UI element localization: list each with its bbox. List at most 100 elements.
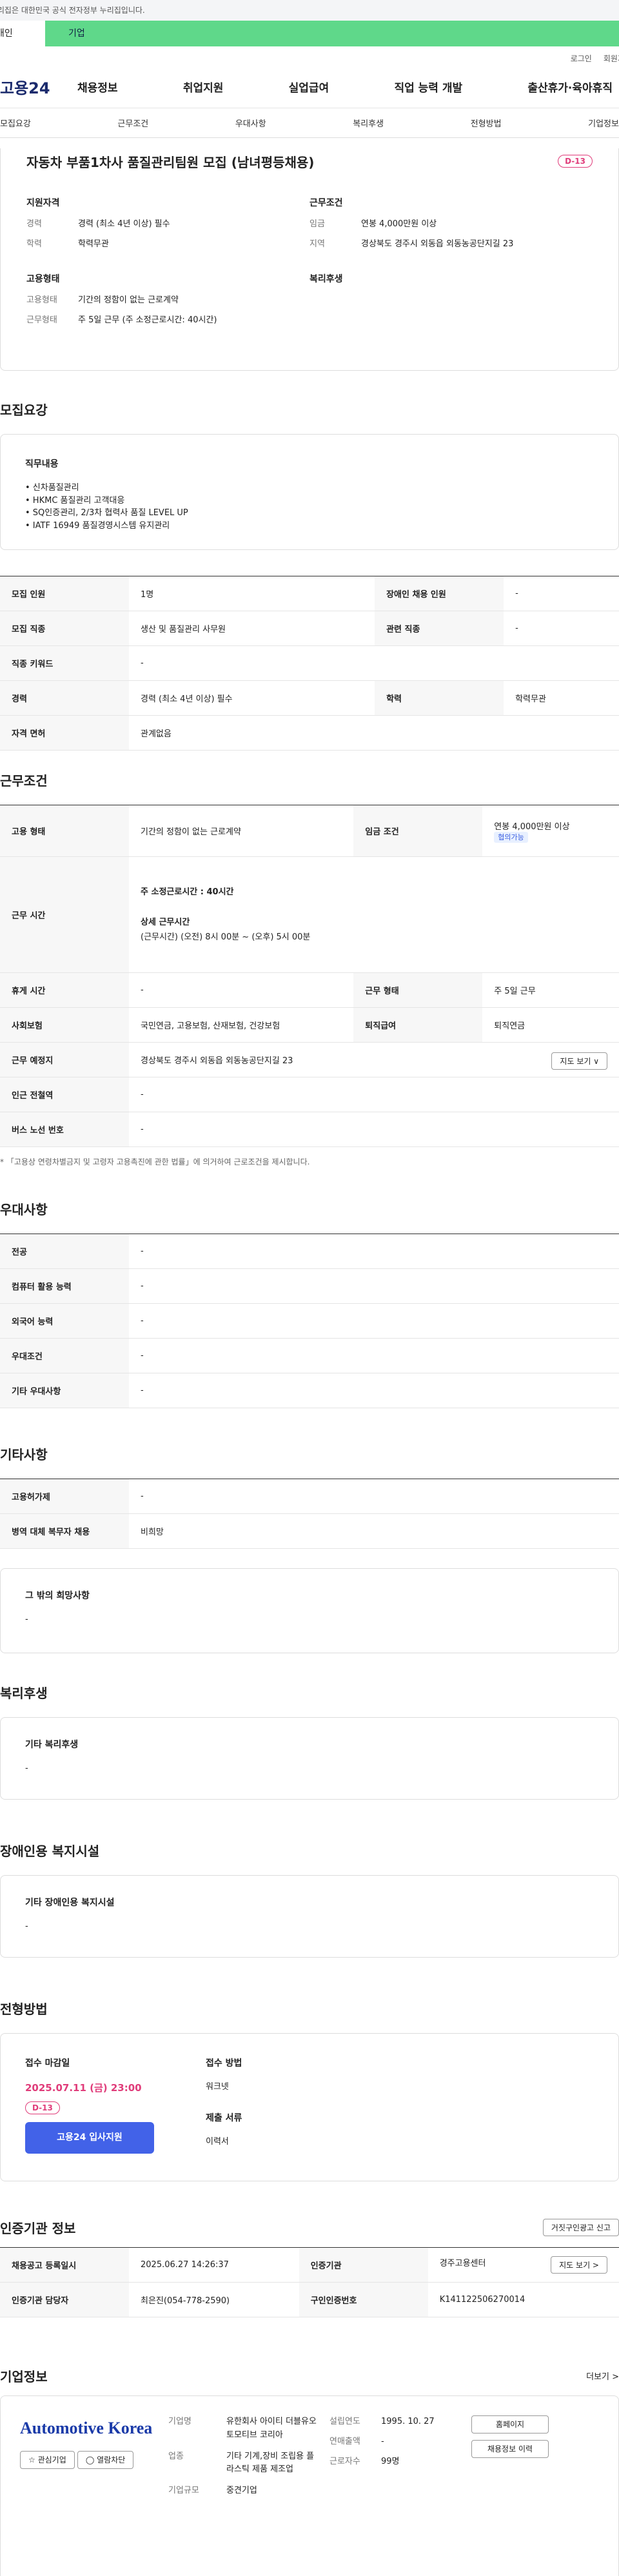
- table-row: 직종 키워드 -: [0, 645, 619, 681]
- cell: 최은진(054-778-2590): [129, 2282, 299, 2317]
- conditions-section: 근무조건 고용 형태 기간의 정함이 없는 근로계약 임금 조건 연봉 4,000만원…: [0, 771, 619, 1167]
- subtab-company[interactable]: 기업정보: [588, 117, 619, 129]
- welfare-title: 복리후생: [0, 1686, 48, 1701]
- value: 경상북도 경주시 외동읍 외동농공단지길 23: [361, 239, 514, 249]
- cell: 기타 우대사항: [0, 1373, 129, 1408]
- subtab-preferences[interactable]: 우대사항: [235, 117, 266, 129]
- table-row: 모집 인원 1명 장애인 채용 인원 -: [0, 576, 619, 611]
- cell: 국민연금, 고용보험, 산재보험, 건강보험: [129, 1007, 354, 1043]
- login-link[interactable]: 로그인: [571, 53, 592, 66]
- deadline-value: 2025.07.11 (금) 23:00: [25, 2082, 142, 2094]
- job-history-button[interactable]: 채용정보 이력: [471, 2440, 549, 2458]
- gnb-jobs[interactable]: 채용정보: [77, 79, 118, 95]
- label: 업종: [168, 2451, 184, 2461]
- duty-item: • 신차품질관리: [25, 483, 79, 493]
- signup-link[interactable]: 회원가입: [604, 53, 619, 66]
- global-nav: 고용24 채용정보 취업지원 실업급여 직업 능력 개발 출산휴가·육아휴직: [0, 66, 619, 108]
- subtab-welfare[interactable]: 복리후생: [353, 117, 384, 129]
- label: 임금: [310, 219, 325, 229]
- box-value: -: [25, 1764, 28, 1773]
- etc-section: 기타사항 고용허가제 - 병역 대체 복무자 채용 비희망 그 밖의 희망사항 -: [0, 1444, 619, 1653]
- site-logo[interactable]: 고용24: [0, 75, 77, 98]
- cell: -: [129, 1234, 619, 1269]
- box-value: -: [25, 1615, 28, 1624]
- duty-box: 직무내용 • 신차품질관리 • HKMC 품질관리 고객대응 • SQ인증관리,…: [0, 434, 619, 550]
- conditions-title: 근무조건: [0, 773, 48, 789]
- disabled-title: 장애인용 복지시설: [0, 1844, 100, 1859]
- cell: 구인인증번호: [299, 2282, 428, 2317]
- user-type-tabs: 개인 기업: [0, 21, 619, 46]
- cell: 퇴직연금: [482, 1007, 619, 1043]
- subtab-conditions[interactable]: 근무조건: [117, 117, 148, 129]
- value: 주 5일 근무 (주 소정근로시간: 40시간): [78, 315, 217, 325]
- label: 고용형태: [26, 295, 57, 305]
- map-toggle-button[interactable]: 지도 보기 ∨: [551, 1052, 607, 1070]
- recruit-table: 모집 인원 1명 장애인 채용 인원 - 모집 직종 생산 및 품질관리 사무원 관련 직…: [0, 576, 619, 751]
- favorite-company-button[interactable]: ☆ 관심기업: [20, 2451, 75, 2469]
- negotiable-badge: 협의가능: [494, 832, 528, 843]
- cell: 임금 조건: [353, 805, 483, 857]
- cell: 사회보험: [0, 1007, 129, 1043]
- cell: 근무 형태: [353, 972, 483, 1008]
- gnb-unemployment-benefit[interactable]: 실업급여: [289, 79, 329, 95]
- cell: 인증기관: [299, 2247, 428, 2283]
- cell: 근무 시간: [0, 856, 129, 973]
- cell: -: [504, 576, 619, 611]
- cell: 관계없음: [129, 715, 619, 751]
- process-box: 접수 마감일 2025.07.11 (금) 23:00 D-13 고용24 입사…: [0, 2033, 619, 2181]
- utility-links: 로그인 회원가입: [0, 46, 619, 66]
- cell: -: [504, 611, 619, 646]
- cell: -: [129, 1077, 619, 1112]
- subtab-process[interactable]: 전형방법: [471, 117, 502, 129]
- apply-button[interactable]: 고용24 입사지원: [25, 2122, 154, 2154]
- dday-badge: D-13: [25, 2101, 60, 2114]
- company-logo: Automotive Korea: [20, 2419, 153, 2437]
- label: 기업규모: [168, 2486, 199, 2496]
- section-tabs: 모집요강 근무조건 우대사항 복리후생 전형방법 기업정보: [0, 108, 619, 138]
- preferences-section: 우대사항 전공 - 컴퓨터 활용 능력 - 외국어 능력 - 우대조건 - 기타 우대사…: [0, 1199, 619, 1408]
- cell: -: [129, 1268, 619, 1304]
- disabled-box: 기타 장애인용 복지시설 -: [0, 1875, 619, 1958]
- cell: K141122506270014: [427, 2282, 619, 2317]
- cell: 2025.06.27 14:26:37: [129, 2247, 299, 2283]
- cell: 고용허가제: [0, 1479, 129, 1514]
- preferences-title: 우대사항: [0, 1202, 48, 1217]
- cert-table: 채용공고 등록일시 2025.06.27 14:26:37 인증기관 경주고용센터 지…: [0, 2247, 619, 2317]
- cell: 퇴직급여: [353, 1007, 483, 1043]
- cell: 관련 직종: [375, 611, 504, 646]
- gnb-leave[interactable]: 출산휴가·육아휴직: [527, 79, 613, 95]
- company-year: 1995. 10. 27: [381, 2417, 435, 2426]
- etc-table: 고용허가제 - 병역 대체 복무자 채용 비희망: [0, 1479, 619, 1549]
- cell: 모집 인원: [0, 576, 129, 611]
- company-more-link[interactable]: 더보기 >: [586, 2370, 619, 2382]
- cell: 기간의 정함이 없는 근로계약: [129, 805, 354, 857]
- cell: 생산 및 품질관리 사무원: [129, 611, 375, 646]
- cell: 주 소정근로시간 : 40시간 상세 근무시간 (근무시간) (오전) 8시 00분…: [129, 856, 619, 973]
- welfare-box: 기타 복리후생 -: [0, 1717, 619, 1800]
- company-section: 기업정보 더보기 > Automotive Korea ☆ 관심기업 ◯ 열람차…: [0, 2366, 619, 2576]
- subtab-recruit[interactable]: 모집요강: [0, 117, 31, 129]
- job-title: 자동차 부품1차사 품질관리팀원 모집 (남녀평등채용): [26, 154, 315, 170]
- company-sales: -: [381, 2436, 384, 2446]
- report-false-ad-button[interactable]: 거짓구인광고 신고: [542, 2219, 619, 2236]
- company-title: 기업정보: [0, 2369, 48, 2384]
- cell: 컴퓨터 활용 능력: [0, 1268, 129, 1304]
- value: 경력 (최소 4년 이상) 필수: [78, 219, 170, 229]
- cert-agency: 경주고용센터: [439, 2259, 486, 2268]
- time-line: 주 소정근로시간 : 40시간: [141, 887, 234, 897]
- label: 기업명: [168, 2417, 192, 2426]
- tab-individual[interactable]: 개인: [0, 21, 45, 46]
- tab-company[interactable]: 기업: [45, 21, 619, 46]
- cell: 외국어 능력: [0, 1303, 129, 1339]
- dday-badge: D-13: [558, 155, 593, 168]
- qual-heading: 지원자격: [26, 198, 60, 208]
- gnb-training[interactable]: 직업 능력 개발: [394, 79, 462, 95]
- docs-value: 이력서: [206, 2136, 229, 2147]
- cell: -: [129, 1338, 619, 1373]
- gnb-employment-support[interactable]: 취업지원: [183, 79, 224, 95]
- cell: 휴게 시간: [0, 972, 129, 1008]
- block-view-button[interactable]: ◯ 열람차단: [77, 2451, 134, 2469]
- cert-map-button[interactable]: 지도 보기 >: [551, 2256, 607, 2274]
- homepage-button[interactable]: 홈페이지: [471, 2415, 549, 2433]
- cell: 연봉 4,000만원 이상 협의가능: [482, 805, 619, 857]
